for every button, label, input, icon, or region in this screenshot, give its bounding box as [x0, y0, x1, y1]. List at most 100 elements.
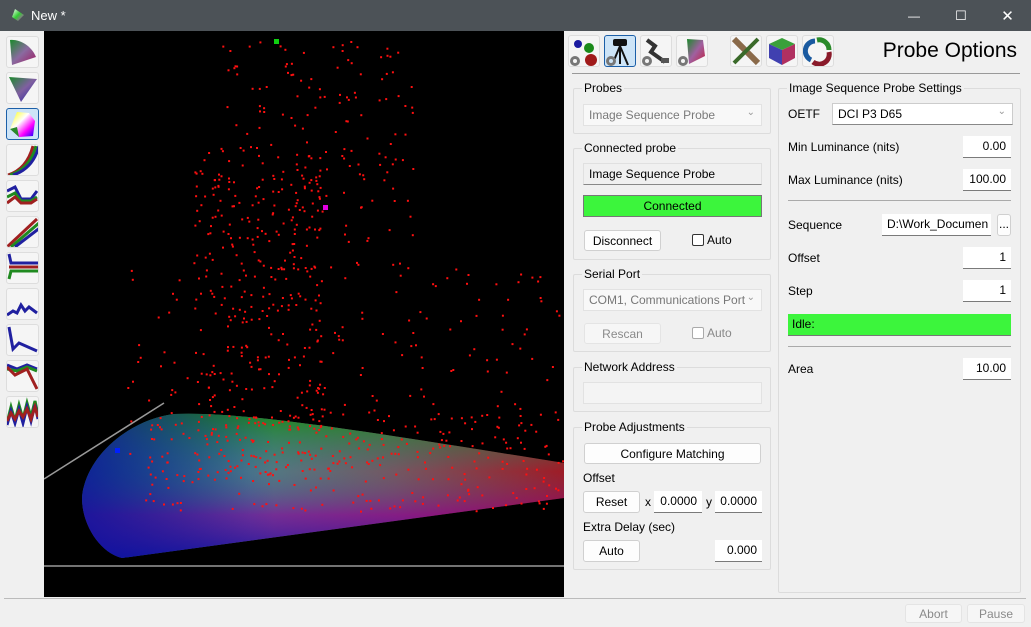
- measurement-point: [275, 468, 278, 471]
- minimize-button[interactable]: —: [891, 0, 937, 31]
- measurement-point: [258, 105, 261, 108]
- sequence-status: Idle:: [788, 314, 1011, 336]
- measurement-point: [235, 124, 238, 127]
- lut-cube-button[interactable]: [766, 35, 798, 67]
- serial-auto-checkbox[interactable]: Auto: [692, 326, 732, 340]
- close-button[interactable]: ✕: [984, 0, 1031, 31]
- measurement-point: [389, 507, 392, 510]
- sidebar-item-eotf[interactable]: [6, 216, 39, 248]
- connection-options-button[interactable]: [640, 35, 672, 67]
- reset-offset-button[interactable]: Reset: [583, 491, 640, 513]
- disconnect-button[interactable]: Disconnect: [584, 230, 661, 251]
- probe-select[interactable]: Image Sequence Probe ⌄: [583, 104, 762, 126]
- measurement-point: [320, 447, 323, 450]
- serial-port-select[interactable]: COM1, Communications Port ⌄: [583, 289, 762, 311]
- sidebar-item-cie-xy[interactable]: [6, 36, 39, 68]
- measurement-point: [343, 191, 345, 194]
- sidebar-item-rgb-balance[interactable]: [6, 180, 39, 212]
- measurement-point: [301, 470, 304, 472]
- measurement-point: [523, 333, 526, 336]
- measurement-point: [227, 325, 229, 328]
- measurement-point: [186, 377, 189, 380]
- oetf-select[interactable]: DCI P3 D65 ⌄: [832, 103, 1013, 125]
- configure-matching-button[interactable]: Configure Matching: [584, 443, 761, 464]
- measurement-point: [227, 188, 230, 191]
- sidebar-item-rgb-noise[interactable]: [6, 396, 39, 428]
- area-input[interactable]: 10.00: [963, 358, 1011, 380]
- auto-delay-button[interactable]: Auto: [583, 540, 640, 562]
- color-space-options-button[interactable]: [676, 35, 708, 67]
- measurement-point: [218, 452, 221, 455]
- pause-button[interactable]: Pause: [967, 604, 1025, 623]
- tools-button[interactable]: [730, 35, 762, 67]
- rescan-button[interactable]: Rescan: [584, 323, 661, 344]
- measurement-point: [471, 428, 473, 431]
- browse-sequence-button[interactable]: ...: [997, 214, 1011, 236]
- measurement-point: [367, 237, 370, 240]
- extra-delay-input[interactable]: 0.000: [715, 540, 762, 562]
- measurement-point: [292, 416, 295, 419]
- gamut-gear-icon: [678, 39, 705, 66]
- measurement-point: [325, 194, 328, 197]
- sidebar-item-luminance[interactable]: [6, 324, 39, 356]
- gamut-3d-view[interactable]: [44, 31, 564, 597]
- measurement-point: [210, 433, 213, 436]
- measurement-point: [200, 372, 203, 375]
- offset-label: Offset: [583, 471, 615, 485]
- sidebar-item-rgb-levels[interactable]: [6, 252, 39, 284]
- measurement-point: [349, 432, 352, 435]
- measurement-point: [364, 480, 367, 483]
- offset-x-input[interactable]: 0.0000: [654, 491, 702, 513]
- measurement-point: [241, 398, 244, 401]
- connected-auto-checkbox[interactable]: Auto: [692, 233, 732, 247]
- sidebar-item-cie-uv[interactable]: [6, 72, 39, 104]
- sync-button[interactable]: [802, 35, 834, 67]
- offset-y-input[interactable]: 0.0000: [715, 491, 762, 513]
- measurement-point: [371, 199, 374, 202]
- abort-button[interactable]: Abort: [905, 604, 962, 623]
- measurement-point: [316, 236, 319, 239]
- sequence-path-input[interactable]: D:\Work_Documen: [882, 214, 991, 236]
- sequence-offset-input[interactable]: 1: [963, 247, 1011, 269]
- min-luminance-input[interactable]: 0.00: [963, 136, 1011, 158]
- sidebar-item-delta-e[interactable]: [6, 288, 39, 320]
- measurement-point: [235, 384, 238, 387]
- measurement-point: [211, 216, 214, 219]
- measurement-point: [390, 452, 393, 455]
- eotf-linear-icon: [7, 217, 38, 247]
- measurement-point: [206, 443, 209, 446]
- probe-options-button[interactable]: [604, 35, 636, 67]
- measurement-point: [308, 346, 311, 349]
- measurement-point: [240, 459, 243, 462]
- measurement-point: [253, 251, 256, 254]
- sidebar-item-gamma[interactable]: [6, 144, 39, 176]
- sidebar-item-rgb-error[interactable]: [6, 360, 39, 392]
- network-address-input[interactable]: [583, 382, 762, 404]
- pattern-options-button[interactable]: [568, 35, 600, 67]
- checkbox-icon: [692, 234, 704, 246]
- measurement-point: [238, 308, 241, 311]
- measurement-point: [249, 361, 252, 364]
- measurement-point: [353, 91, 356, 94]
- sidebar-item-3d-gamut[interactable]: [6, 108, 39, 140]
- maximize-button[interactable]: ☐: [938, 0, 984, 31]
- measurement-point: [297, 452, 300, 455]
- measurement-point: [289, 294, 292, 297]
- measurement-point: [354, 96, 357, 99]
- measurement-point: [258, 368, 260, 371]
- measurement-point: [195, 351, 197, 354]
- step-input[interactable]: 1: [963, 280, 1011, 302]
- measurement-point: [442, 432, 445, 435]
- measurement-point: [225, 435, 228, 438]
- measurement-point: [421, 502, 424, 505]
- measurement-point: [263, 387, 266, 390]
- measurement-point: [241, 218, 244, 221]
- measurement-point: [326, 168, 328, 171]
- measurement-point: [252, 480, 255, 482]
- measurement-point: [361, 493, 364, 496]
- measurement-point: [519, 407, 522, 410]
- serial-port-select-value: COM1, Communications Port: [589, 293, 746, 307]
- measurement-point: [255, 456, 258, 459]
- measurement-point: [316, 391, 319, 394]
- max-luminance-input[interactable]: 100.00: [963, 169, 1011, 191]
